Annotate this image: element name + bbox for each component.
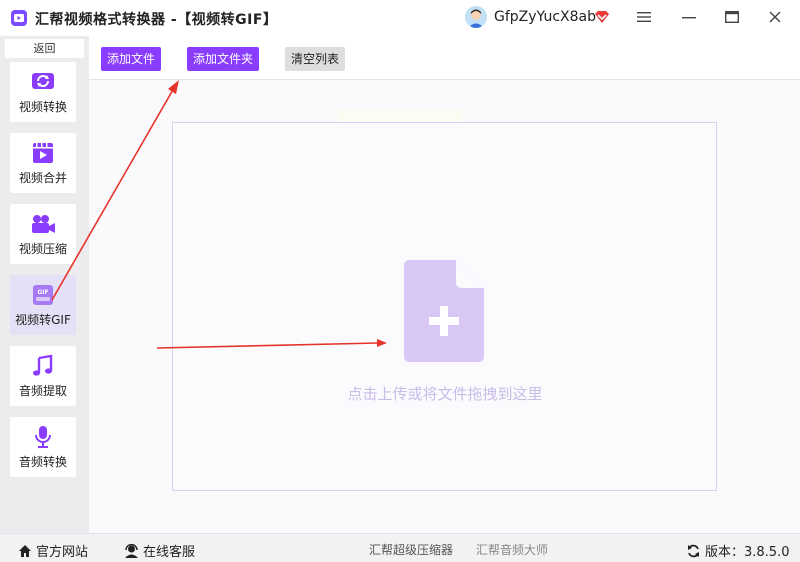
- video-merge-icon: [33, 143, 53, 163]
- sidebar-item-label: 视频转换: [18, 100, 67, 114]
- clear-list-button[interactable]: 清空列表: [285, 47, 345, 71]
- official-website-link[interactable]: 官方网站: [18, 541, 88, 560]
- sidebar: 返回 视频转换 视频合并 视频压缩 GIF 视频转GIF 音频提取 音频转换: [0, 36, 89, 533]
- refresh-icon: [688, 544, 699, 557]
- sidebar-item-label: 音频转换: [18, 455, 67, 469]
- home-icon: [19, 544, 31, 557]
- sidebar-item-video-merge[interactable]: 视频合并: [10, 133, 76, 193]
- add-folder-button[interactable]: 添加文件夹: [187, 47, 259, 71]
- status-bar: 官方网站 在线客服 汇帮超级压缩器 汇帮音频大师 版本：3.8.5.0: [0, 533, 800, 562]
- app-logo-icon: [11, 10, 27, 26]
- sidebar-item-audio-convert[interactable]: 音频转换: [10, 417, 76, 477]
- file-add-icon[interactable]: [404, 260, 484, 362]
- window-title: 汇帮视频格式转换器 -【视频转GIF】: [35, 12, 278, 28]
- audio-master-link[interactable]: 汇帮音频大师: [476, 541, 548, 558]
- maximize-icon[interactable]: [720, 6, 744, 28]
- sidebar-item-audio-extract[interactable]: 音频提取: [10, 346, 76, 406]
- back-button[interactable]: 返回: [5, 39, 84, 58]
- username[interactable]: GfpZyYucX8ab: [494, 9, 596, 25]
- title-bar: 汇帮视频格式转换器 -【视频转GIF】 GfpZyYucX8ab: [0, 0, 800, 36]
- toolbar: 添加文件 添加文件夹 清空列表: [89, 36, 800, 80]
- compressor-link[interactable]: 汇帮超级压缩器: [369, 541, 453, 558]
- video-convert-icon: [32, 73, 54, 89]
- microphone-icon: [35, 426, 51, 448]
- vip-diamond-icon[interactable]: [594, 10, 610, 24]
- avatar[interactable]: [465, 6, 487, 28]
- sidebar-item-label: 音频提取: [18, 384, 67, 398]
- sidebar-item-label: 视频转GIF: [15, 313, 71, 327]
- menu-icon[interactable]: [632, 6, 656, 28]
- version-label: 版本：3.8.5.0: [705, 545, 790, 560]
- sidebar-item-video-compress[interactable]: 视频压缩: [10, 204, 76, 264]
- online-support-label: 在线客服: [143, 545, 196, 560]
- add-file-button[interactable]: 添加文件: [101, 47, 161, 71]
- support-agent-icon: [125, 543, 138, 558]
- sidebar-item-video-convert[interactable]: 视频转换: [10, 62, 76, 122]
- sidebar-item-video-gif[interactable]: GIF 视频转GIF: [10, 275, 76, 335]
- version-info[interactable]: 版本：3.8.5.0: [686, 541, 789, 560]
- online-support-link[interactable]: 在线客服: [124, 541, 195, 560]
- close-icon[interactable]: [763, 6, 787, 28]
- official-website-label: 官方网站: [36, 545, 89, 560]
- svg-text:GIF: GIF: [37, 289, 48, 296]
- dropzone-hint: 点击上传或将文件拖拽到这里: [347, 385, 543, 403]
- gif-icon: GIF: [33, 285, 53, 305]
- app-window: 汇帮视频格式转换器 -【视频转GIF】 GfpZyYucX8ab 返回 视频转换…: [0, 0, 800, 562]
- music-note-icon: [33, 354, 53, 376]
- sidebar-item-label: 视频压缩: [18, 242, 67, 256]
- sidebar-item-label: 视频合并: [18, 171, 67, 185]
- video-compress-icon: [32, 215, 55, 233]
- minimize-icon[interactable]: [677, 6, 701, 28]
